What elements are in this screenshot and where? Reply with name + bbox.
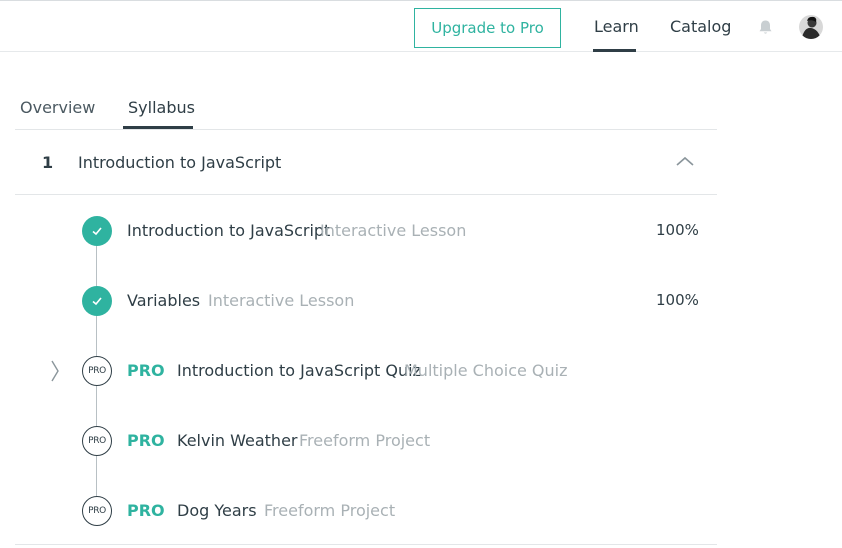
- lesson-row[interactable]: PRO PRO Dog Years Freeform Project: [0, 491, 720, 531]
- nav-active-indicator: [593, 49, 636, 52]
- lesson-type: Freeform Project: [299, 431, 431, 450]
- lesson-row[interactable]: PRO PRO Introduction to JavaScript Quiz …: [0, 351, 720, 391]
- lesson-type: Interactive Lesson: [208, 291, 355, 310]
- lesson-row[interactable]: Introduction to JavaScript Interactive L…: [0, 211, 720, 251]
- chevron-right-icon[interactable]: [50, 359, 60, 383]
- module-title[interactable]: Introduction to JavaScript: [78, 153, 281, 172]
- lesson-type: Multiple Choice Quiz: [404, 361, 568, 380]
- lesson-row[interactable]: PRO PRO Kelvin Weather Freeform Project: [0, 421, 720, 461]
- pro-lock-badge: PRO: [82, 426, 112, 456]
- pro-tag: PRO: [127, 431, 165, 450]
- chevron-up-icon[interactable]: [675, 154, 695, 168]
- lesson-progress: 100%: [656, 221, 699, 239]
- lesson-title[interactable]: Introduction to JavaScript: [127, 221, 330, 240]
- lesson-title[interactable]: Kelvin Weather: [177, 431, 298, 450]
- nav-catalog[interactable]: Catalog: [670, 17, 731, 36]
- completed-check-icon: [82, 216, 112, 246]
- pro-lock-badge: PRO: [82, 356, 112, 386]
- pro-lock-badge: PRO: [82, 496, 112, 526]
- divider: [15, 129, 717, 130]
- bell-icon[interactable]: [757, 19, 774, 36]
- lesson-title[interactable]: Variables: [127, 291, 200, 310]
- module-number: 1: [42, 153, 54, 172]
- pro-tag: PRO: [127, 501, 165, 520]
- top-header: Upgrade to Pro Learn Catalog: [0, 0, 842, 52]
- upgrade-to-pro-button[interactable]: Upgrade to Pro: [414, 8, 561, 48]
- lesson-progress: 100%: [656, 291, 699, 309]
- lesson-title[interactable]: Introduction to JavaScript Quiz: [177, 361, 421, 380]
- divider: [15, 544, 717, 545]
- completed-check-icon: [82, 286, 112, 316]
- tab-syllabus[interactable]: Syllabus: [128, 98, 195, 117]
- nav-learn[interactable]: Learn: [594, 17, 639, 36]
- divider: [15, 194, 717, 195]
- pro-tag: PRO: [127, 361, 165, 380]
- lesson-row[interactable]: Variables Interactive Lesson 100%: [0, 281, 720, 321]
- lesson-type: Interactive Lesson: [320, 221, 467, 240]
- lesson-title[interactable]: Dog Years: [177, 501, 257, 520]
- lesson-type: Freeform Project: [264, 501, 396, 520]
- user-avatar[interactable]: [799, 15, 823, 39]
- tab-overview[interactable]: Overview: [20, 98, 95, 117]
